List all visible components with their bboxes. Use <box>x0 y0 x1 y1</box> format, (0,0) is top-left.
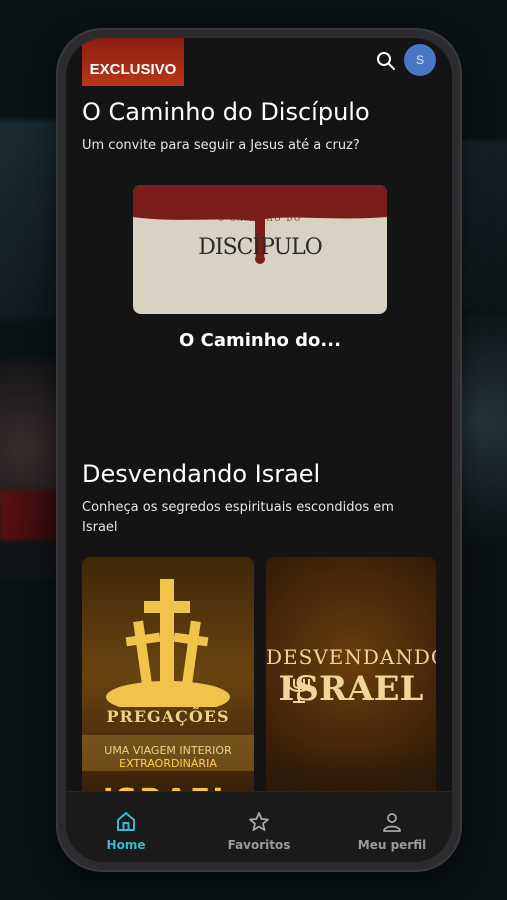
content-card-desvendando[interactable]: DESVENDANDO ISRAEL <box>266 557 436 817</box>
nav-home-label: Home <box>106 838 146 852</box>
nav-favorites[interactable]: Favoritos <box>199 792 319 862</box>
user-avatar[interactable]: S <box>404 44 436 76</box>
home-icon <box>117 812 135 831</box>
poster-title-desvendando: DESVENDANDO <box>266 645 436 669</box>
section-subtitle-caminho: Um convite para seguir a Jesus até a cru… <box>82 138 360 153</box>
nav-profile-label: Meu perfil <box>357 838 427 852</box>
section-subtitle-israel: Conheça os segredos espirituais escondid… <box>82 500 394 535</box>
content-card-pregacoes[interactable]: PREGAÇÕES UMA VIAGEM INTERIOR EXTRAORDIN… <box>82 557 254 817</box>
phone-frame: EXCLUSIVO S O Caminho do Discípulo Um co… <box>58 30 460 870</box>
user-icon <box>383 813 401 832</box>
app-logo[interactable]: EXCLUSIVO <box>82 38 184 86</box>
nav-profile[interactable]: Meu perfil <box>332 792 452 862</box>
search-button[interactable] <box>374 49 398 73</box>
card-label-caminho[interactable]: O Caminho do... <box>133 330 387 351</box>
star-icon <box>249 812 269 831</box>
card-art-small-text: O CAMINHO DO <box>218 215 302 223</box>
logo-exclusivo-text: EXCLUSIVO <box>89 61 177 78</box>
poster-title-israel: ISRAEL <box>278 669 424 709</box>
crosses-art <box>106 579 230 707</box>
card-art-big-text: DISCÍPULO <box>198 235 323 260</box>
poster-title-pregacoes: PREGAÇÕES <box>106 707 230 726</box>
poster-subtitle-highlight: EXTRAORDINÁRIA <box>119 757 217 770</box>
nav-favorites-label: Favoritos <box>227 838 291 852</box>
app-screen: EXCLUSIVO S O Caminho do Discípulo Um co… <box>66 38 452 862</box>
section-title-caminho: O Caminho do Discípulo <box>82 98 370 126</box>
search-icon <box>377 52 395 70</box>
nav-home[interactable]: Home <box>66 792 186 862</box>
section-title-israel: Desvendando Israel <box>82 460 321 488</box>
bottom-navigation: Home Favoritos Meu perfil <box>66 791 452 862</box>
content-card-caminho[interactable]: O CAMINHO DO DISCÍPULO <box>133 185 387 314</box>
poster-subtitle-part: UMA VIAGEM INTERIOR <box>104 744 232 757</box>
poster-subtitle-viagem: UMA VIAGEM INTERIOR EXTRAORDINÁRIA <box>82 744 254 770</box>
